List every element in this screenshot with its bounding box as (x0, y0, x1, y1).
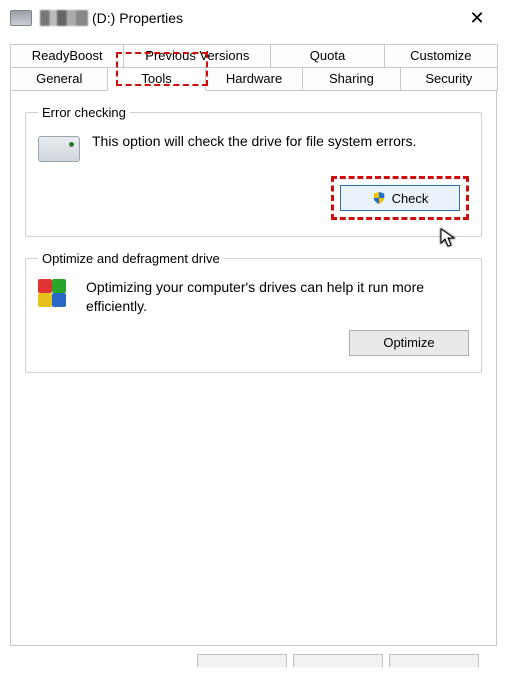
error-checking-description: This option will check the drive for fil… (92, 132, 416, 151)
tab-previous-versions[interactable]: Previous Versions (123, 44, 271, 68)
defragment-icon (38, 279, 74, 315)
hard-drive-icon (38, 136, 80, 162)
cancel-button-partial[interactable] (293, 654, 383, 667)
group-error-checking-legend: Error checking (38, 105, 130, 120)
optimize-button[interactable]: Optimize (349, 330, 469, 356)
check-button-label: Check (392, 191, 429, 206)
tab-tools[interactable]: Tools (107, 68, 205, 91)
dialog-button-row-partial (0, 654, 507, 678)
apply-button-partial[interactable] (389, 654, 479, 667)
tab-general[interactable]: General (10, 68, 108, 91)
group-defragment: Optimize and defragment drive Optimizing… (25, 251, 482, 373)
tab-customize[interactable]: Customize (384, 44, 498, 68)
drive-label-obscured (40, 10, 88, 26)
tab-quota[interactable]: Quota (270, 44, 384, 68)
drive-icon (10, 10, 32, 26)
tab-readyboost[interactable]: ReadyBoost (10, 44, 124, 68)
ok-button-partial[interactable] (197, 654, 287, 667)
properties-window: (D:) Properties ✕ ReadyBoost Previous Ve… (0, 0, 507, 678)
window-title: (D:) Properties (92, 10, 183, 26)
tab-hardware[interactable]: Hardware (205, 68, 303, 91)
close-button[interactable]: ✕ (457, 0, 497, 36)
group-error-checking: Error checking This option will check th… (25, 105, 482, 237)
defragment-description: Optimizing your computer's drives can he… (86, 278, 469, 316)
group-defragment-legend: Optimize and defragment drive (38, 251, 224, 266)
tab-security[interactable]: Security (400, 68, 498, 91)
tab-panel-tools: Error checking This option will check th… (10, 91, 497, 646)
titlebar: (D:) Properties ✕ (0, 0, 507, 36)
annotation-check-highlight: Check (331, 176, 469, 220)
optimize-button-label: Optimize (383, 335, 434, 350)
uac-shield-icon (372, 191, 386, 205)
tab-strip: ReadyBoost Previous Versions Quota Custo… (10, 44, 497, 91)
check-button[interactable]: Check (340, 185, 460, 211)
tab-sharing[interactable]: Sharing (302, 68, 400, 91)
close-icon: ✕ (469, 8, 484, 29)
